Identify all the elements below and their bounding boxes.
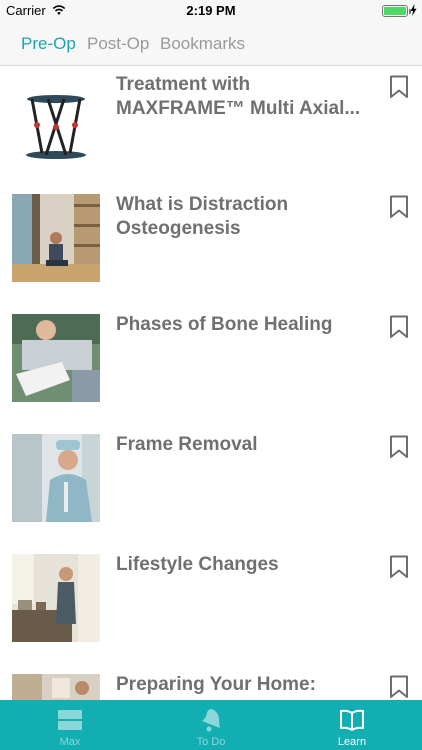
battery-icon bbox=[382, 5, 411, 17]
library-thumbnail bbox=[12, 194, 100, 282]
bell-icon bbox=[202, 709, 220, 732]
list-item[interactable]: Frame Removal bbox=[0, 427, 422, 547]
item-title: Lifestyle Changes bbox=[116, 554, 279, 575]
clock: 2:19 PM bbox=[186, 3, 236, 18]
bottom-tab-learn[interactable]: Learn bbox=[282, 700, 422, 750]
list-item[interactable]: Lifestyle Changes bbox=[0, 547, 422, 667]
item-title: Phases of Bone Healing bbox=[116, 314, 333, 335]
list-item[interactable]: What is Distraction Osteogenesis bbox=[0, 187, 422, 307]
max-icon bbox=[58, 710, 82, 730]
list-item[interactable]: Treatment with MAXFRAME™ Multi Axial... bbox=[0, 67, 422, 187]
article-list: Treatment with MAXFRAME™ Multi Axial... … bbox=[0, 67, 422, 700]
item-title: What is Distraction Osteogenesis bbox=[116, 194, 289, 239]
segment-tabs: Pre-Op Post-Op Bookmarks bbox=[0, 22, 422, 66]
charging-icon bbox=[410, 4, 417, 16]
kitchen-thumbnail bbox=[12, 554, 100, 642]
status-bar: Carrier 2:19 PM bbox=[0, 0, 422, 22]
book-icon bbox=[340, 709, 364, 731]
item-title: Frame Removal bbox=[116, 434, 258, 455]
list-item[interactable]: Preparing Your Home: bbox=[0, 667, 422, 700]
bottom-tab-label: To Do bbox=[196, 736, 226, 748]
list-item[interactable]: Phases of Bone Healing bbox=[0, 307, 422, 427]
tab-pre-op[interactable]: Pre-Op bbox=[21, 34, 76, 54]
bookmark-icon[interactable] bbox=[388, 675, 410, 699]
bookmark-icon[interactable] bbox=[388, 555, 410, 579]
bottom-tab-to-do[interactable]: To Do bbox=[141, 700, 281, 750]
bottom-tab-label: Learn bbox=[337, 736, 367, 748]
surgeon-thumbnail bbox=[12, 434, 100, 522]
tab-bookmarks[interactable]: Bookmarks bbox=[160, 34, 245, 54]
bookmark-icon[interactable] bbox=[388, 315, 410, 339]
bottom-tab-bar: Max To Do Learn bbox=[0, 700, 422, 750]
bookmark-icon[interactable] bbox=[388, 75, 410, 99]
bottom-tab-label: Max bbox=[59, 736, 81, 748]
frame-thumbnail bbox=[12, 77, 100, 165]
cast-thumbnail bbox=[12, 314, 100, 402]
bottom-tab-max[interactable]: Max bbox=[0, 700, 140, 750]
item-title: Treatment with MAXFRAME™ Multi Axial... bbox=[116, 74, 361, 119]
home-thumbnail bbox=[12, 674, 100, 700]
item-title: Preparing Your Home: bbox=[116, 674, 316, 695]
tab-post-op[interactable]: Post-Op bbox=[87, 34, 149, 54]
bookmark-icon[interactable] bbox=[388, 435, 410, 459]
bookmark-icon[interactable] bbox=[388, 195, 410, 219]
